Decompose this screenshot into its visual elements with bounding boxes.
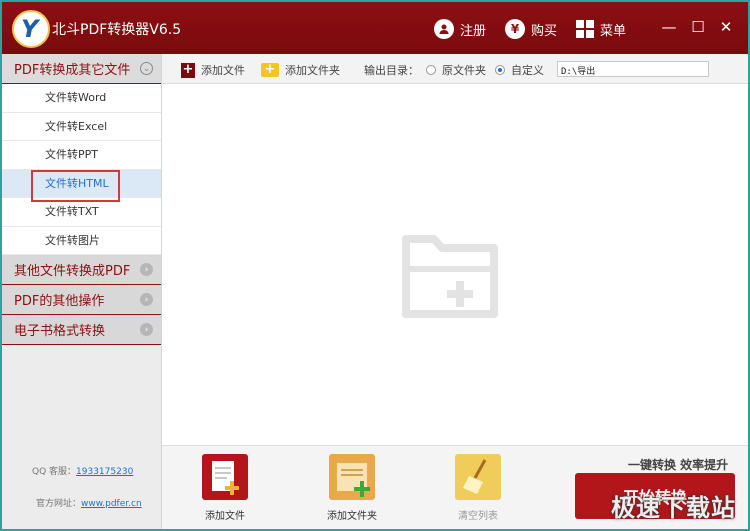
section-label: PDF的其他操作 [14, 294, 105, 309]
yen-icon: ¥ [505, 19, 525, 39]
sidebar: PDF转换成其它文件 ⌄ 文件转Word 文件转Excel 文件转PPT 文件转… [2, 54, 162, 529]
chevron-right-icon: › [140, 323, 153, 336]
chevron-right-icon: › [140, 293, 153, 306]
selection-highlight-box [31, 169, 120, 202]
qq-link[interactable]: 1933175230 [76, 467, 133, 477]
minimize-button[interactable]: — [658, 16, 680, 38]
chevron-down-icon: ⌄ [140, 62, 153, 75]
register-label: 注册 [460, 23, 487, 39]
chevron-right-icon: › [140, 263, 153, 276]
radio-original-folder[interactable]: 原文件夹 [426, 62, 486, 78]
sidebar-item-ppt[interactable]: 文件转PPT [2, 141, 161, 170]
radio-icon [426, 65, 436, 75]
app-title: 北斗PDF转换器V6.5 [52, 22, 182, 38]
menu-label: 菜单 [600, 23, 627, 39]
site-label: 官方网址： [36, 499, 82, 509]
output-dir-label: 输出目录： [364, 64, 419, 77]
grid-menu-icon [576, 20, 594, 38]
add-file-big-button[interactable]: 添加文件 [185, 454, 265, 522]
add-file-tool[interactable]: + 添加文件 [181, 62, 245, 78]
close-button[interactable]: ✕ [715, 16, 737, 38]
sidebar-item-txt[interactable]: 文件转TXT [2, 198, 161, 227]
site-link[interactable]: www.pdfer.cn [81, 499, 142, 509]
add-folder-icon: + [261, 63, 279, 77]
title-bar[interactable]: Y 北斗PDF转换器V6.5 注册 ¥ 购买 菜单 — ☐ ✕ [2, 2, 748, 54]
file-drop-area[interactable] [162, 84, 748, 445]
radio-custom-folder[interactable]: 自定义 [495, 62, 544, 78]
broom-icon [455, 454, 501, 500]
clear-list-button[interactable]: 清空列表 [438, 454, 518, 522]
section-label: 电子书格式转换 [14, 324, 106, 339]
bottom-bar: 添加文件 添加文件夹 清空列表 一键转换 效率提升 开始转换 极速下载站 [162, 445, 748, 529]
section-label: PDF转换成其它文件 [14, 63, 131, 78]
section-ebook-convert[interactable]: 电子书格式转换 › [2, 315, 161, 345]
add-folder-big-icon [329, 454, 375, 500]
radio-checked-icon [495, 65, 505, 75]
folder-add-icon [402, 235, 498, 318]
add-file-icon: + [181, 61, 195, 78]
add-file-big-icon [202, 454, 248, 500]
sidebar-item-excel[interactable]: 文件转Excel [2, 113, 161, 141]
section-pdf-to-other[interactable]: PDF转换成其它文件 ⌄ [2, 54, 161, 84]
buy-label: 购买 [531, 23, 558, 39]
sidebar-item-word[interactable]: 文件转Word [2, 84, 161, 113]
buy-button[interactable]: ¥ 购买 [505, 19, 557, 39]
toolbar: + 添加文件 + 添加文件夹 输出目录： 原文件夹 自定义 D:\导出 [162, 54, 748, 84]
menu-button[interactable]: 菜单 [576, 19, 626, 39]
slogan-text: 一键转换 效率提升 [628, 458, 729, 472]
app-window: Y 北斗PDF转换器V6.5 注册 ¥ 购买 菜单 — ☐ ✕ PDF转换成其它… [2, 2, 748, 529]
section-pdf-operations[interactable]: PDF的其他操作 › [2, 285, 161, 315]
section-other-to-pdf[interactable]: 其他文件转换成PDF › [2, 255, 161, 285]
sidebar-item-image[interactable]: 文件转图片 [2, 227, 161, 255]
watermark-text: 极速下载站 [611, 494, 736, 522]
section-label: 其他文件转换成PDF [14, 264, 131, 279]
user-icon [434, 19, 454, 39]
maximize-button[interactable]: ☐ [687, 16, 709, 38]
app-logo-icon: Y [12, 10, 50, 48]
add-folder-big-button[interactable]: 添加文件夹 [312, 454, 392, 522]
qq-label: QQ 客服： [32, 467, 77, 477]
register-button[interactable]: 注册 [434, 19, 486, 39]
output-path-input[interactable]: D:\导出 [557, 61, 709, 77]
sidebar-item-html[interactable]: 文件转HTML [2, 169, 161, 202]
add-folder-tool[interactable]: + 添加文件夹 [261, 62, 340, 78]
conversion-list: 文件转Word 文件转Excel 文件转PPT 文件转HTML 文件转TXT 文… [2, 84, 161, 255]
